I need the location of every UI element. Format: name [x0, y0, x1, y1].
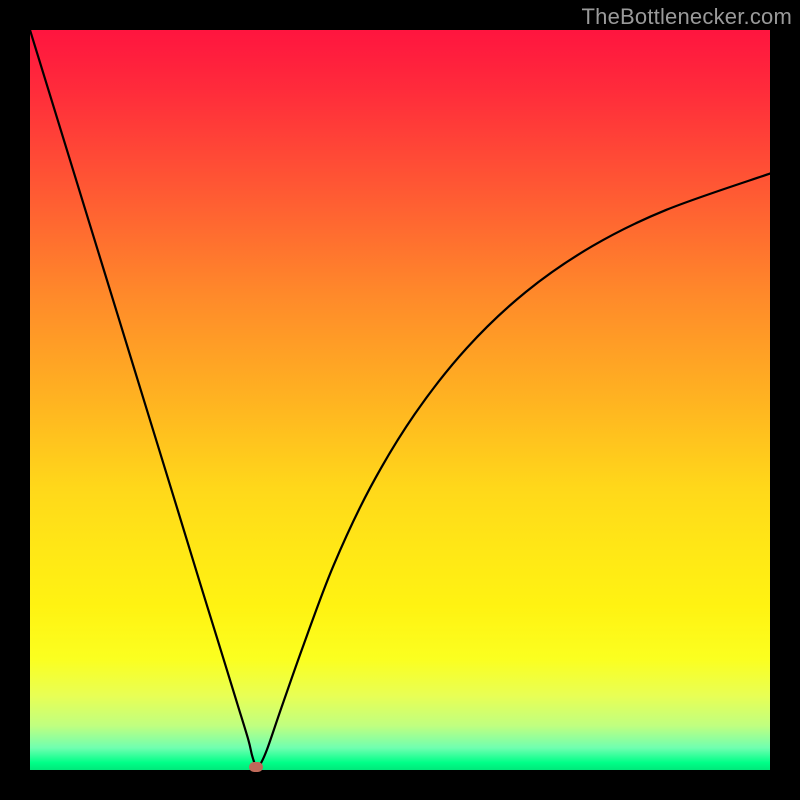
- curve-path: [30, 30, 770, 767]
- chart-plot-area: [30, 30, 770, 770]
- chart-frame: TheBottlenecker.com: [0, 0, 800, 800]
- optimal-point-marker: [249, 762, 263, 772]
- watermark-label: TheBottlenecker.com: [582, 4, 792, 30]
- bottleneck-curve: [30, 30, 770, 770]
